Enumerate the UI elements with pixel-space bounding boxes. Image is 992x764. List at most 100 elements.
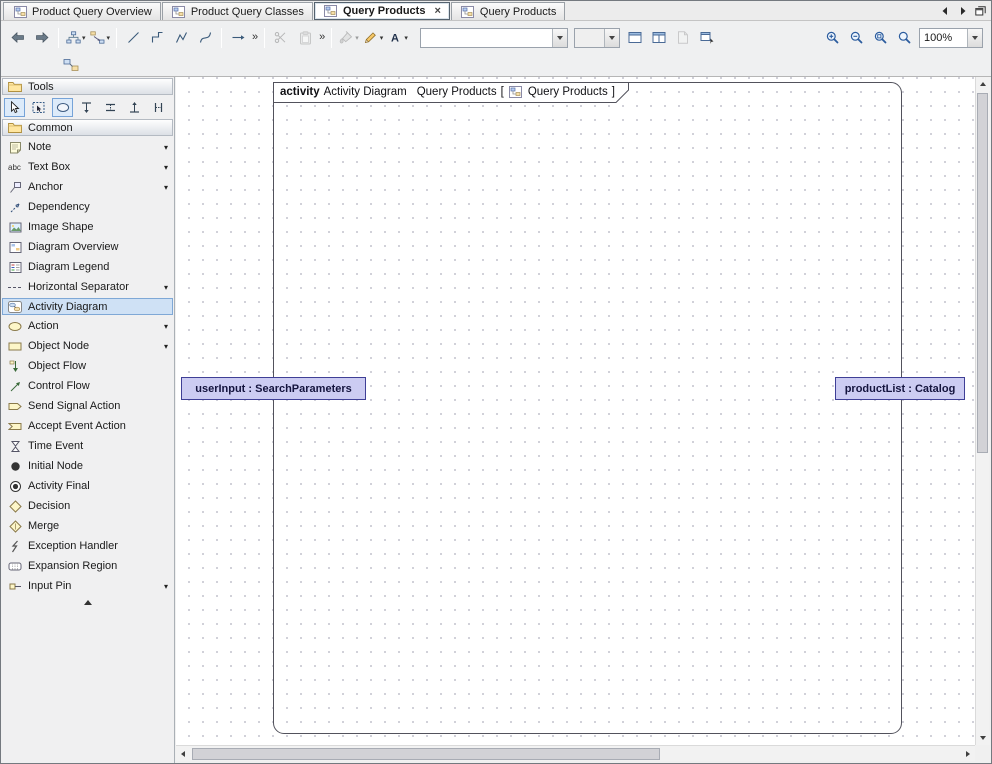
palette-item-label: Image Shape [28, 221, 171, 233]
forward-button[interactable] [30, 26, 54, 50]
palette-item-control-flow[interactable]: Control Flow [1, 376, 174, 396]
window-list-button[interactable] [973, 4, 988, 19]
palette-item-time-event[interactable]: Time Event [1, 436, 174, 456]
palette-item-send-signal-action[interactable]: Send Signal Action [1, 396, 174, 416]
scroll-right-button[interactable] [961, 746, 975, 761]
overflow-chevron[interactable]: » [252, 32, 258, 43]
palette-item-expansion-region[interactable]: Expansion Region [1, 556, 174, 576]
horizontal-scrollbar-thumb[interactable] [192, 748, 660, 760]
distribute-vertical-tool-button[interactable] [100, 98, 121, 117]
toolbar-separator [58, 28, 59, 48]
scroll-up-button[interactable] [976, 77, 990, 91]
zoom-selection-button[interactable] [892, 26, 916, 50]
path-direction-button[interactable] [226, 26, 250, 50]
up-arrow-icon [980, 82, 986, 86]
section-header-common[interactable]: Common [2, 119, 173, 136]
vertical-scrollbar-thumb[interactable] [977, 93, 988, 453]
split-diagram-window-button[interactable] [647, 26, 671, 50]
tab-query-products[interactable]: Query Products [451, 2, 565, 20]
diagram-document-button[interactable] [671, 26, 695, 50]
section-header-tools[interactable]: Tools [2, 78, 173, 95]
related-elements-button[interactable]: ▾ [88, 26, 113, 50]
overflow-chevron[interactable]: » [319, 32, 325, 43]
back-button[interactable] [6, 26, 30, 50]
palette-item-diagram-legend[interactable]: Diagram Legend [1, 257, 174, 277]
selection-tool-button[interactable] [4, 98, 25, 117]
next-diagram-button[interactable] [955, 4, 970, 19]
activity-parameter-node-productlist[interactable]: productList : Catalog [835, 377, 965, 400]
dropdown-caret-icon[interactable]: ▾ [164, 342, 168, 351]
tab-product-query-classes[interactable]: Product Query Classes [162, 2, 313, 20]
zoom-in-button[interactable] [820, 26, 844, 50]
activity-frame[interactable] [273, 82, 902, 734]
palette-item-anchor[interactable]: Anchor▾ [1, 177, 174, 197]
palette-item-initial-node[interactable]: Initial Node [1, 456, 174, 476]
align-top-tool-button[interactable] [76, 98, 97, 117]
vertical-scrollbar[interactable] [975, 77, 989, 745]
palette-item-input-pin[interactable]: Input Pin▾ [1, 576, 174, 596]
tab-close-icon[interactable]: × [434, 6, 440, 17]
palette-item-horizontal-separator[interactable]: Horizontal Separator▾ [1, 277, 174, 297]
dropdown-caret-icon[interactable]: ▾ [164, 143, 168, 152]
diagram-canvas[interactable]: activity Activity Diagram Query Products… [176, 77, 975, 745]
cut-button[interactable] [269, 26, 293, 50]
dropdown-caret-icon[interactable]: ▾ [164, 183, 168, 192]
palette-item-dependency[interactable]: Dependency [1, 197, 174, 217]
palette-scroll-up-button[interactable] [1, 596, 174, 605]
diagram-icon [323, 5, 339, 17]
prev-diagram-icon [937, 6, 953, 16]
containment-tree-button[interactable]: ▾ [63, 26, 88, 50]
activity-parameter-node-userinput[interactable]: userInput : SearchParameters [181, 377, 366, 400]
dropdown-caret-icon[interactable]: ▾ [164, 283, 168, 292]
polyline-path-button[interactable] [169, 26, 193, 50]
pen-color-button[interactable]: ▾ [361, 26, 386, 50]
forward-icon [34, 31, 50, 44]
zoom-fit-button[interactable] [868, 26, 892, 50]
diagram-navigation-button[interactable] [695, 26, 719, 50]
palette-item-note[interactable]: Note▾ [1, 137, 174, 157]
align-bottom-tool-button[interactable] [124, 98, 145, 117]
font-color-button[interactable]: A▾ [385, 26, 410, 50]
palette-item-object-node[interactable]: Object Node▾ [1, 336, 174, 356]
palette-item-exception-handler[interactable]: Exception Handler [1, 536, 174, 556]
palette-item-merge[interactable]: Merge [1, 516, 174, 536]
scroll-left-button[interactable] [176, 746, 190, 761]
oval-selection-tool-button[interactable] [52, 98, 73, 117]
palette-item-activity-final[interactable]: Activity Final [1, 476, 174, 496]
separator-icon [7, 281, 23, 294]
palette-item-text-box[interactable]: abcText Box▾ [1, 157, 174, 177]
distribute-horizontal-tool-button[interactable] [148, 98, 169, 117]
frame-header[interactable]: activity Activity Diagram Query Products… [273, 82, 629, 103]
oblique-path-button[interactable] [121, 26, 145, 50]
size-combo-dropdown-button[interactable] [604, 29, 619, 47]
dropdown-caret-icon[interactable]: ▾ [164, 322, 168, 331]
palette-item-image-shape[interactable]: Image Shape [1, 217, 174, 237]
paste-button[interactable] [293, 26, 317, 50]
dropdown-caret-icon[interactable]: ▾ [164, 582, 168, 591]
palette-item-diagram-overview[interactable]: Diagram Overview [1, 237, 174, 257]
diagram-style-combo-dropdown-button[interactable] [552, 29, 567, 47]
palette-item-accept-event-action[interactable]: Accept Event Action [1, 416, 174, 436]
section-label: Activity Diagram [28, 301, 107, 313]
palette-item-object-flow[interactable]: Object Flow [1, 356, 174, 376]
tab-query-products[interactable]: Query Products× [314, 2, 450, 20]
zoom-combo[interactable]: 100% [919, 28, 983, 48]
scroll-down-button[interactable] [976, 731, 990, 745]
bezier-path-button[interactable] [193, 26, 217, 50]
palette-item-decision[interactable]: Decision [1, 496, 174, 516]
size-combo[interactable] [574, 28, 620, 48]
section-header-activity-diagram[interactable]: Activity Diagram [2, 298, 173, 315]
prev-diagram-button[interactable] [937, 4, 952, 19]
new-diagram-window-button[interactable] [623, 26, 647, 50]
horizontal-scrollbar[interactable] [176, 745, 975, 761]
dropdown-caret-icon[interactable]: ▾ [164, 163, 168, 172]
zoom-combo-dropdown-button[interactable] [967, 29, 982, 47]
show-related-button[interactable] [59, 53, 83, 77]
fill-color-button[interactable]: ▾ [336, 26, 361, 50]
palette-item-action[interactable]: Action▾ [1, 316, 174, 336]
diagram-style-combo[interactable] [420, 28, 568, 48]
zoom-out-button[interactable] [844, 26, 868, 50]
marquee-tool-button[interactable] [28, 98, 49, 117]
rectilinear-path-button[interactable] [145, 26, 169, 50]
tab-product-query-overview[interactable]: Product Query Overview [3, 2, 161, 20]
